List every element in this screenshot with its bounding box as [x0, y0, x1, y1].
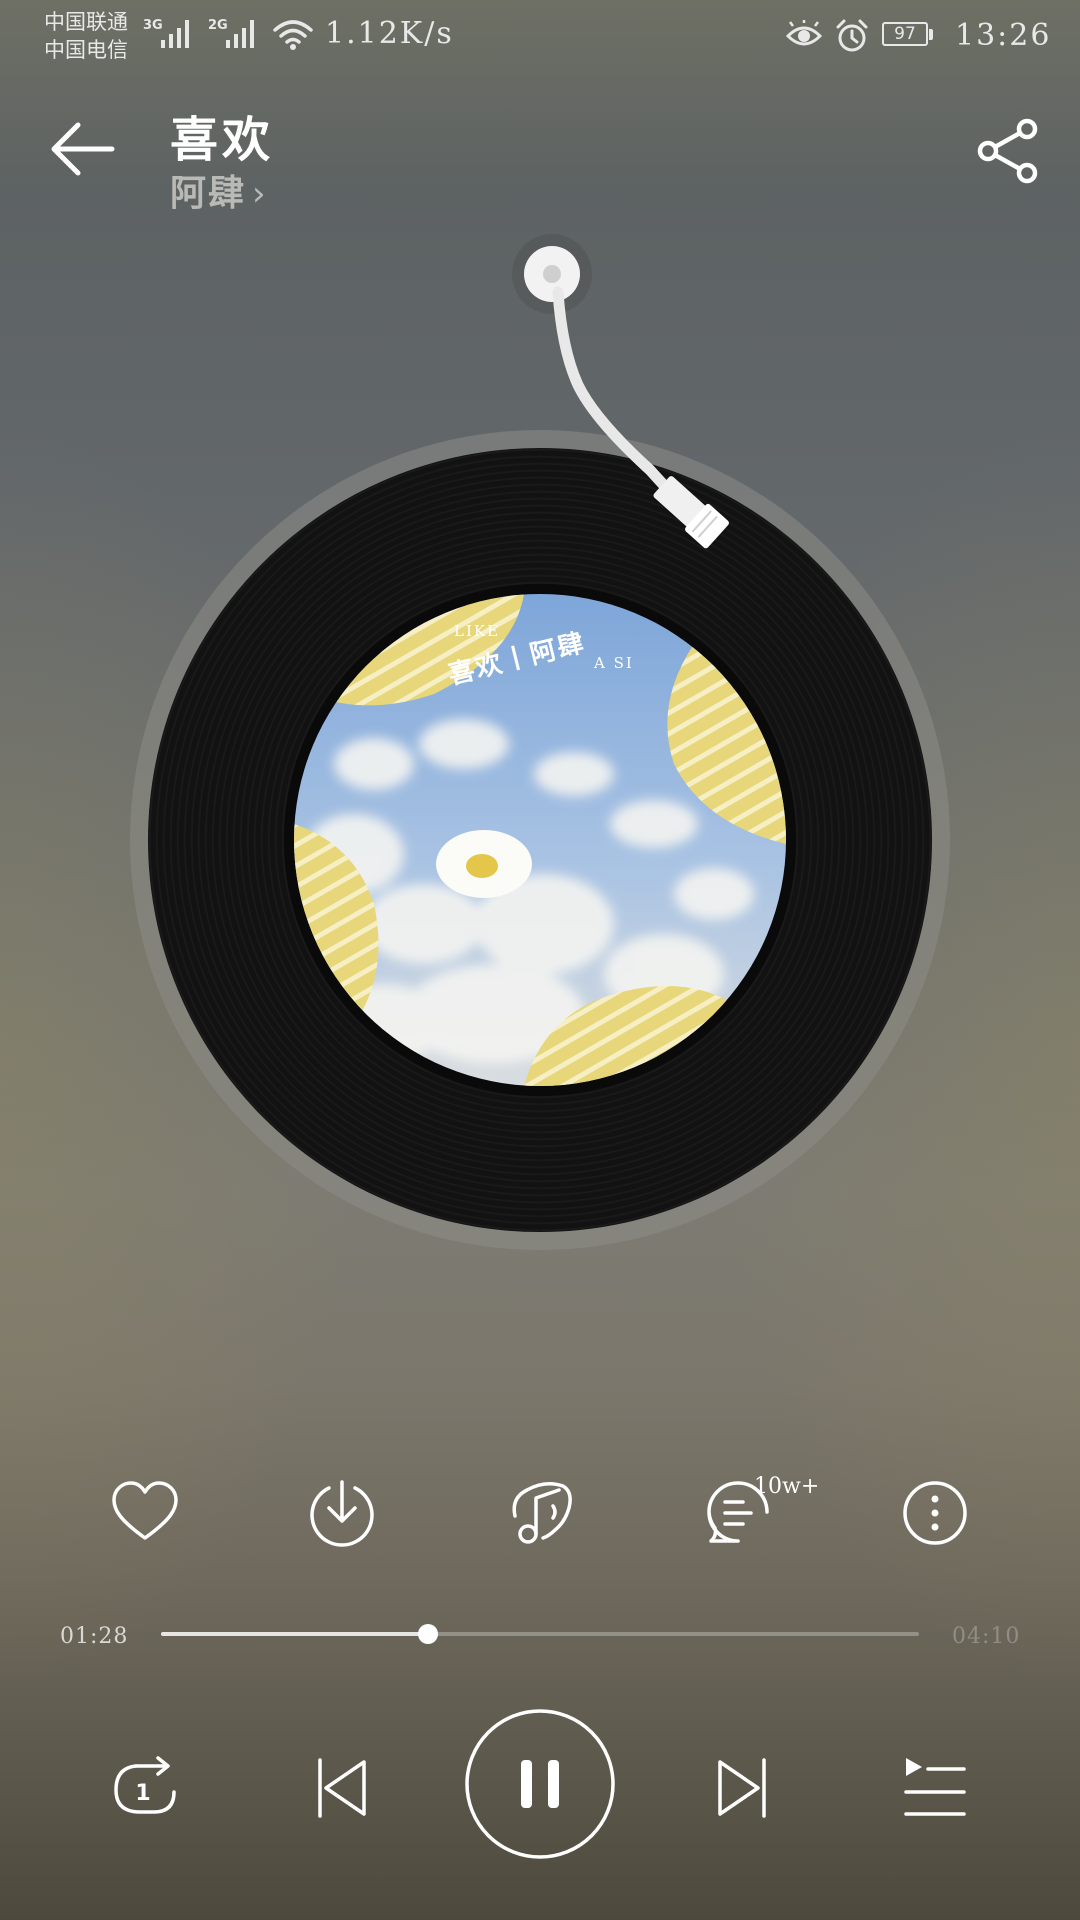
eye-icon: [785, 20, 823, 46]
playlist-icon: [904, 1758, 966, 1816]
carrier-1: 中国联通: [44, 10, 128, 34]
download-icon: [310, 1480, 374, 1547]
pause-icon: [465, 1709, 615, 1859]
repeat-mode-button[interactable]: 1: [110, 1752, 182, 1824]
music-effect-icon: [512, 1482, 572, 1544]
network-speed: 1.12K/s: [325, 16, 454, 51]
battery-level: 97: [894, 24, 916, 44]
current-time: 01:28: [60, 1624, 129, 1649]
more-icon: [903, 1481, 967, 1545]
total-time: 04:10: [952, 1624, 1021, 1649]
tonearm-icon: [512, 234, 729, 549]
repeat-one-icon: 1: [114, 1756, 176, 1814]
progress-thumb[interactable]: [417, 1624, 438, 1644]
back-button[interactable]: [48, 118, 118, 180]
share-icon: [977, 118, 1038, 184]
next-button[interactable]: [712, 1754, 772, 1822]
pause-button[interactable]: [464, 1708, 616, 1860]
wifi-icon: [273, 20, 313, 50]
playlist-button[interactable]: [902, 1752, 968, 1822]
artist-link[interactable]: 阿肆 ›: [170, 164, 268, 216]
chevron-right-icon: ›: [252, 174, 268, 214]
artist-name: 阿肆: [170, 173, 247, 214]
song-title: 喜欢: [170, 112, 275, 168]
album-cover: LIKE A SI 喜欢丨阿肆: [294, 594, 786, 1086]
previous-icon: [318, 1758, 366, 1818]
carrier-2: 中国电信: [44, 38, 128, 62]
sound-effect-button[interactable]: [505, 1478, 575, 1548]
download-button[interactable]: [307, 1478, 377, 1548]
previous-button[interactable]: [312, 1754, 372, 1822]
status-bar: 中国联通 中国电信 3G 2G 1.12K/s 97 13:26: [0, 0, 1080, 70]
battery-icon: 97: [882, 22, 934, 48]
comment-count-badge: 10w+: [754, 1474, 820, 1499]
next-icon: [718, 1758, 766, 1818]
cover-text-like: LIKE: [454, 622, 501, 640]
like-button[interactable]: [110, 1478, 180, 1548]
carrier-labels: 中国联通 中国电信: [44, 8, 128, 64]
more-button[interactable]: [900, 1478, 970, 1548]
status-time: 13:26: [955, 18, 1052, 53]
heart-icon: [112, 1481, 178, 1540]
back-arrow-icon: [51, 122, 115, 176]
alarm-icon: [836, 19, 868, 52]
progress-bar[interactable]: [161, 1624, 919, 1644]
cover-text-asi: A SI: [594, 654, 634, 672]
share-button[interactable]: [975, 118, 1041, 184]
svg-text:1: 1: [135, 1781, 150, 1806]
progress-fill: [161, 1632, 428, 1636]
